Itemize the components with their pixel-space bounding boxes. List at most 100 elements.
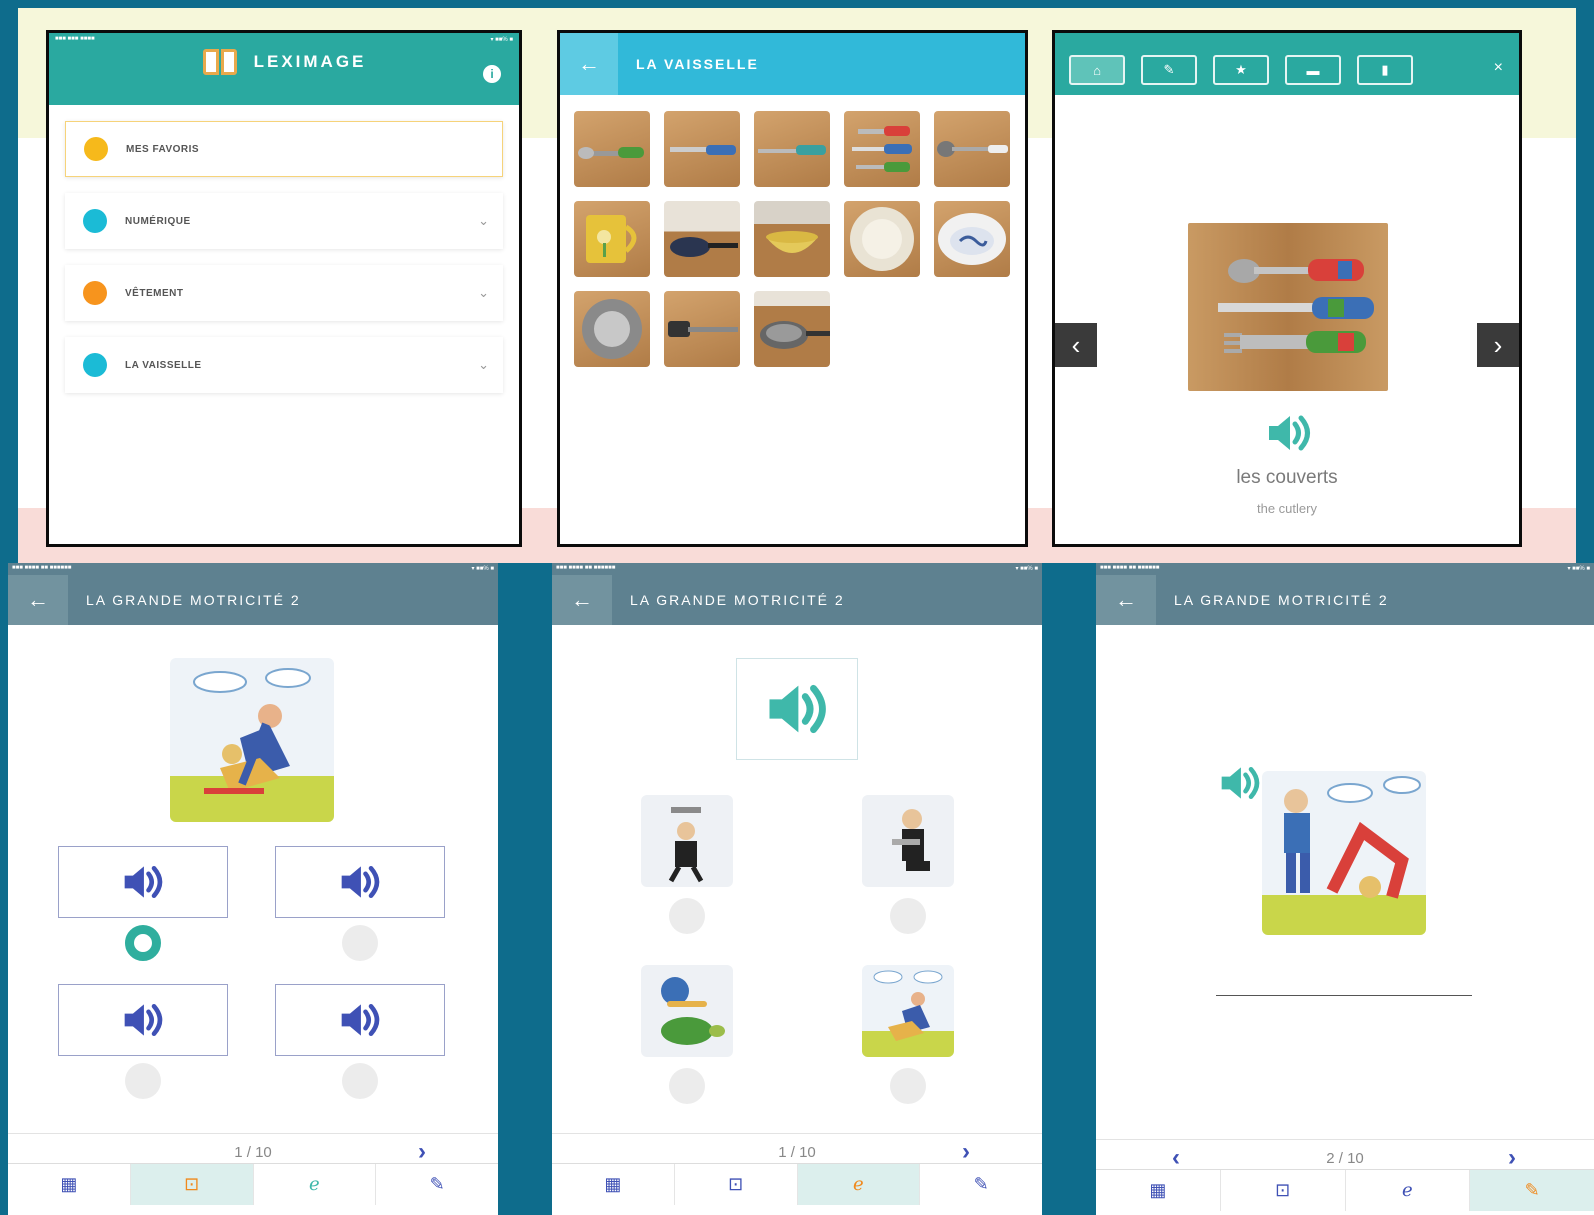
- next-page-button[interactable]: ›: [1508, 1144, 1516, 1172]
- speaker-icon[interactable]: [1218, 761, 1262, 805]
- radio-option-1[interactable]: [669, 898, 705, 934]
- thumbnail-ladle[interactable]: [934, 111, 1010, 187]
- app-header: ← LA GRANDE MOTRICITÉ 2: [552, 575, 1042, 625]
- answer-input-line[interactable]: [1216, 995, 1472, 996]
- speaker-icon: [124, 865, 163, 899]
- star-icon[interactable]: ★: [1213, 55, 1269, 85]
- close-icon[interactable]: ×: [1494, 59, 1503, 77]
- app-header: ← LA VAISSELLE: [560, 33, 1025, 95]
- ear-icon: ℯ: [853, 1174, 864, 1194]
- pencil-icon[interactable]: ✎: [1141, 55, 1197, 85]
- status-bar: ■■■ ■■■■ ■■ ■■■■■■ ▾ ■■% ■: [552, 563, 1042, 575]
- category-label: LA VAISSELLE: [125, 359, 202, 371]
- thumbnail-decorated-bowl[interactable]: [934, 201, 1010, 277]
- thumbnail-frying-pan[interactable]: [754, 291, 830, 367]
- tab-listen[interactable]: ℯ: [1346, 1170, 1471, 1211]
- image-option-kneeling[interactable]: [862, 795, 954, 887]
- sound-option-3[interactable]: [58, 984, 228, 1056]
- ear-icon: ℯ: [1402, 1180, 1413, 1200]
- radio-option-1[interactable]: [125, 925, 161, 961]
- radio-option-4[interactable]: [890, 1068, 926, 1104]
- tab-grid[interactable]: ▦: [1096, 1170, 1221, 1211]
- back-button[interactable]: ←: [552, 575, 612, 625]
- page-title: LA GRANDE MOTRICITÉ 2: [1174, 592, 1389, 608]
- app-header: ■■■ ■■■ ■■■■ ▾ ■■% ■ LEXIMAGE i: [49, 33, 519, 105]
- image-card-icon: ⊡: [728, 1174, 744, 1194]
- image-option-crawling[interactable]: [862, 965, 954, 1057]
- screen-vaisselle-grid: ← LA VAISSELLE: [557, 30, 1028, 547]
- tab-image-sound[interactable]: ⊡: [130, 1164, 254, 1205]
- radio-option-2[interactable]: [890, 898, 926, 934]
- pager: 1 / 10 ›: [8, 1133, 498, 1166]
- pencil-icon: ✎: [973, 1174, 989, 1194]
- category-numerique[interactable]: NUMÉRIQUE ⌄: [65, 193, 503, 249]
- thumbnail-metal-bowl[interactable]: [574, 291, 650, 367]
- back-button[interactable]: ←: [8, 575, 68, 625]
- tab-write[interactable]: ✎: [376, 1164, 498, 1205]
- previous-button[interactable]: ‹: [1055, 323, 1097, 367]
- category-dot: [83, 281, 107, 305]
- thumbnail-mug[interactable]: [574, 201, 650, 277]
- category-favoris[interactable]: MES FAVORIS: [65, 121, 503, 177]
- page-counter: 2 / 10: [1326, 1150, 1364, 1167]
- grid-icon: ▦: [604, 1174, 622, 1194]
- home-icon[interactable]: ⌂: [1069, 55, 1125, 85]
- chevron-down-icon: ⌄: [478, 213, 489, 228]
- back-button[interactable]: ←: [560, 33, 618, 95]
- grid-icon: ▦: [1149, 1180, 1167, 1200]
- folder-icon[interactable]: ▬: [1285, 55, 1341, 85]
- radio-option-4[interactable]: [342, 1063, 378, 1099]
- speaker-icon[interactable]: [1265, 409, 1313, 457]
- radio-option-3[interactable]: [669, 1068, 705, 1104]
- speaker-icon: [124, 1003, 163, 1037]
- pencil-icon: ✎: [429, 1174, 445, 1194]
- book-logo-icon: [202, 47, 238, 77]
- next-page-button[interactable]: ›: [418, 1138, 426, 1166]
- tab-grid[interactable]: ▦: [552, 1164, 675, 1205]
- app-header: ⌂ ✎ ★ ▬ ▮ ×: [1055, 33, 1519, 95]
- tab-listen[interactable]: ℯ: [254, 1164, 377, 1205]
- thumbnail-knife[interactable]: [664, 111, 740, 187]
- info-icon[interactable]: i: [483, 65, 501, 83]
- tab-grid[interactable]: ▦: [8, 1164, 131, 1205]
- screen-exercise-sound-to-image: ■■■ ■■■■ ■■ ■■■■■■ ▾ ■■% ■ ← LA GRANDE MO…: [552, 563, 1042, 1215]
- thumbnail-plate[interactable]: [844, 201, 920, 277]
- thumbnail-spoon[interactable]: [574, 111, 650, 187]
- screen-exercise-image-to-sound: ■■■ ■■■■ ■■ ■■■■■■ ▾ ■■% ■ ← LA GRANDE MO…: [8, 563, 498, 1215]
- status-bar: ■■■ ■■■■ ■■ ■■■■■■ ▾ ■■% ■: [1096, 563, 1594, 575]
- category-la-vaisselle[interactable]: LA VAISSELLE ⌄: [65, 337, 503, 393]
- speaker-icon: [769, 684, 826, 734]
- speaker-icon: [341, 1003, 380, 1037]
- thumbnail-spatula[interactable]: [664, 291, 740, 367]
- chevron-down-icon: ⌄: [478, 285, 489, 300]
- next-page-button[interactable]: ›: [962, 1138, 970, 1166]
- image-option-snail-turtle[interactable]: [641, 965, 733, 1057]
- sound-option-2[interactable]: [275, 846, 445, 918]
- trash-icon[interactable]: ▮: [1357, 55, 1413, 85]
- radio-option-3[interactable]: [125, 1063, 161, 1099]
- thumbnail-saucepan[interactable]: [664, 201, 740, 277]
- bottom-tab-bar: ▦ ⊡ ℯ ✎: [8, 1163, 498, 1205]
- bottom-tab-bar: ▦ ⊡ ℯ ✎: [552, 1163, 1042, 1205]
- thumbnail-bowl[interactable]: [754, 201, 830, 277]
- sound-option-4[interactable]: [275, 984, 445, 1056]
- tab-image-sound[interactable]: ⊡: [675, 1164, 798, 1205]
- thumbnail-fork[interactable]: [754, 111, 830, 187]
- screen-word-card: ⌂ ✎ ★ ▬ ▮ × ‹ › les couverts the cutlery: [1052, 30, 1522, 547]
- app-title: LEXIMAGE: [253, 52, 367, 71]
- play-sound-button[interactable]: [736, 658, 858, 760]
- tab-write[interactable]: ✎: [920, 1164, 1042, 1205]
- category-vetement[interactable]: VÊTEMENT ⌄: [65, 265, 503, 321]
- tab-image-sound[interactable]: ⊡: [1221, 1170, 1346, 1211]
- thumbnail-cutlery[interactable]: [844, 111, 920, 187]
- translation-label: the cutlery: [1257, 501, 1317, 516]
- tab-write[interactable]: ✎: [1470, 1170, 1594, 1211]
- next-button[interactable]: ›: [1477, 323, 1519, 367]
- image-option-waiter[interactable]: [641, 795, 733, 887]
- tab-listen[interactable]: ℯ: [797, 1164, 921, 1205]
- sound-option-1[interactable]: [58, 846, 228, 918]
- image-card-icon: ⊡: [1275, 1180, 1291, 1200]
- radio-option-2[interactable]: [342, 925, 378, 961]
- back-button[interactable]: ←: [1096, 575, 1156, 625]
- thumbnail-grid: [574, 111, 1010, 367]
